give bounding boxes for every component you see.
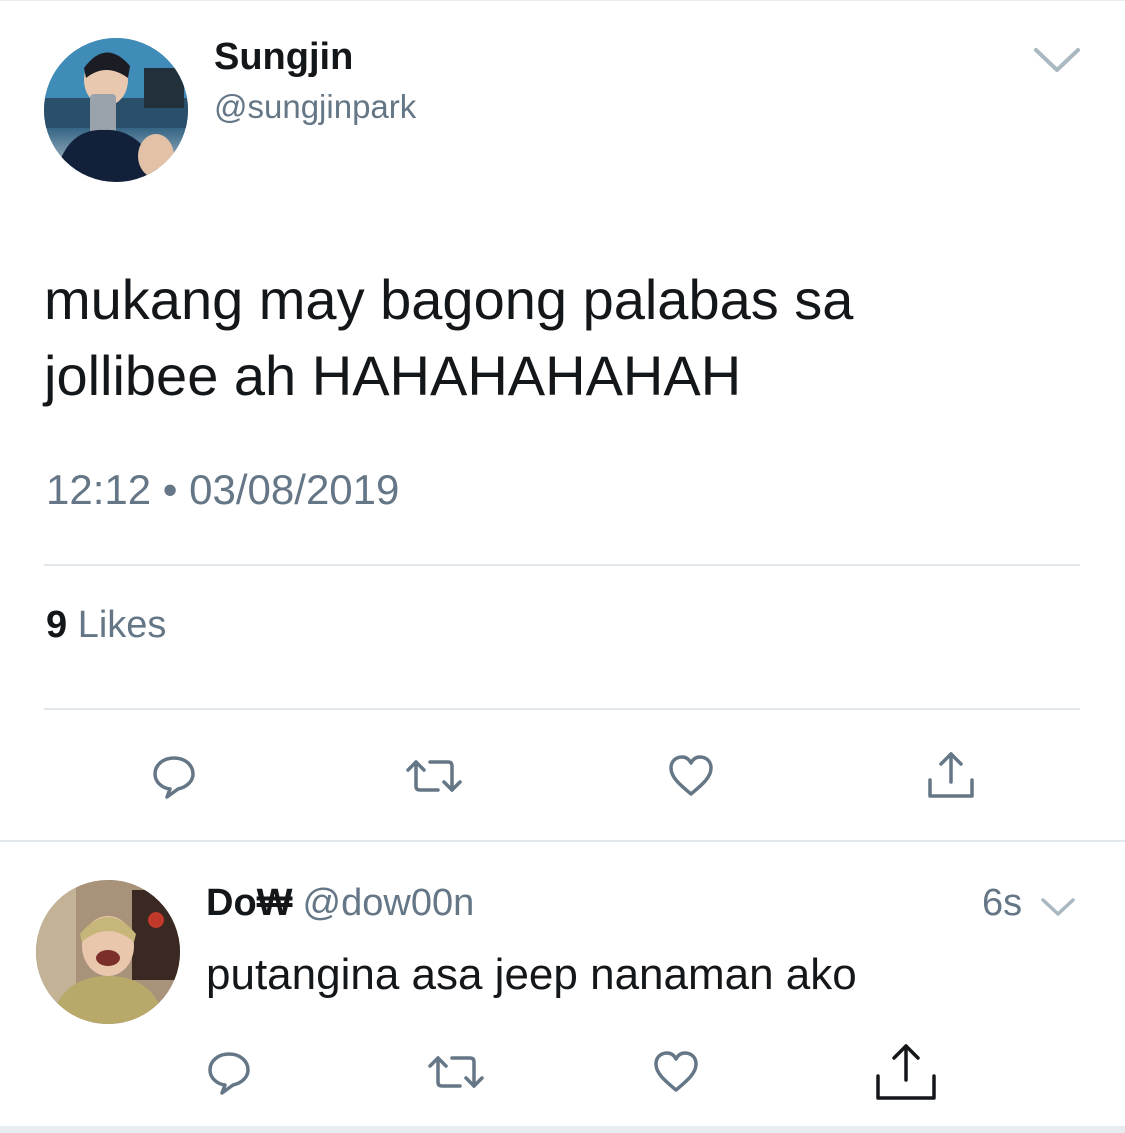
reply-author-name[interactable]: Do₩ [206, 882, 293, 924]
reply-icon[interactable] [150, 752, 198, 800]
reply-icon[interactable] [205, 1048, 253, 1096]
author-name[interactable]: Sungjin [214, 36, 353, 79]
avatar[interactable] [36, 880, 180, 1024]
like-icon[interactable] [652, 1048, 700, 1096]
bottom-border [0, 1126, 1125, 1133]
tweet-text: mukang may bagong palabas sa jollibee ah… [44, 262, 1084, 414]
likes-label: Likes [77, 604, 167, 646]
reply-timestamp[interactable]: 6s [982, 882, 1022, 925]
likes-number: 9 [46, 604, 68, 646]
tweet-text-line: jollibee ah HAHAHAHAHAH [44, 344, 742, 407]
avatar-photo [44, 38, 188, 182]
chevron-down-icon[interactable] [1040, 895, 1076, 919]
author-handle[interactable]: @sungjinpark [214, 88, 416, 126]
reply-header: Do₩ @dow00n [206, 882, 474, 925]
tweet-text-line: mukang may bagong palabas sa [44, 268, 854, 331]
divider [44, 564, 1080, 566]
likes-count[interactable]: 9 Likes [46, 604, 166, 647]
retweet-icon[interactable] [404, 752, 462, 800]
avatar[interactable] [44, 38, 188, 182]
timestamp-separator: • [162, 466, 178, 513]
retweet-icon[interactable] [426, 1048, 484, 1096]
share-icon[interactable] [926, 750, 976, 800]
tweet-time: 12:12 [46, 466, 152, 513]
chevron-down-icon[interactable] [1032, 44, 1082, 74]
like-icon[interactable] [667, 752, 715, 800]
timestamp[interactable]: 12:12 • 03/08/2019 [46, 466, 399, 514]
section-divider [0, 840, 1125, 842]
reply-author-handle[interactable]: @dow00n [303, 882, 475, 924]
share-icon[interactable] [874, 1042, 938, 1102]
divider [44, 708, 1080, 710]
top-border [0, 0, 1125, 1]
avatar-photo [36, 880, 180, 1024]
reply-text: putangina asa jeep nanaman ako [206, 950, 857, 999]
tweet-date: 03/08/2019 [189, 466, 400, 513]
